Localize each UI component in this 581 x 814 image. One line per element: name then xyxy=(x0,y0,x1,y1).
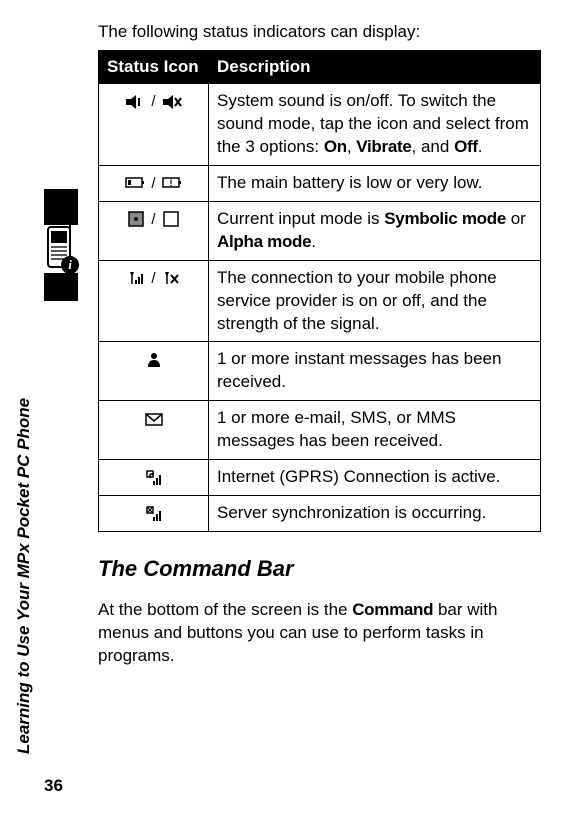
table-row: 1 or more e-mail, SMS, or MMS messages h… xyxy=(99,401,541,460)
table-row: 1 or more instant messages has been rece… xyxy=(99,342,541,401)
row-desc: Current input mode is Symbolic mode or A… xyxy=(209,201,541,260)
table-row: Server synchronization is occurring. xyxy=(99,496,541,532)
icon-separator: / xyxy=(145,175,162,192)
row-desc: 1 or more e-mail, SMS, or MMS messages h… xyxy=(209,401,541,460)
icon-separator: / xyxy=(145,270,162,287)
row-desc: Internet (GPRS) Connection is active. xyxy=(209,460,541,496)
signal-on-icon xyxy=(127,268,145,287)
im-icon xyxy=(145,349,163,368)
status-icon-table: Status Icon Description / System sound i… xyxy=(98,50,541,532)
section-heading: The Command Bar xyxy=(98,556,541,582)
section-body: At the bottom of the screen is the Comma… xyxy=(98,599,541,668)
gprs-icon xyxy=(145,467,163,486)
mail-icon xyxy=(144,408,164,427)
row-desc: The connection to your mobile phone serv… xyxy=(209,260,541,342)
symbolic-mode-icon xyxy=(127,209,145,228)
chapter-title: Learning to Use Your MPx Pocket PC Phone xyxy=(14,398,34,754)
col-header-icon: Status Icon xyxy=(99,51,209,84)
manual-page: Learning to Use Your MPx Pocket PC Phone… xyxy=(0,0,581,814)
icon-separator: / xyxy=(145,211,162,228)
row-desc: The main battery is low or very low. xyxy=(209,165,541,201)
col-header-desc: Description xyxy=(209,51,541,84)
speaker-on-icon xyxy=(125,91,145,110)
battery-low-icon xyxy=(125,173,145,192)
alpha-mode-icon xyxy=(162,209,180,228)
phone-info-badge xyxy=(36,225,84,273)
page-number: 36 xyxy=(44,776,63,796)
table-row: / System sound is on/off. To switch the … xyxy=(99,84,541,166)
table-row: / The connection to your mobile phone se… xyxy=(99,260,541,342)
battery-very-low-icon xyxy=(162,173,182,192)
sync-icon xyxy=(145,503,163,522)
table-row: / The main battery is low or very low. xyxy=(99,165,541,201)
row-desc: 1 or more instant messages has been rece… xyxy=(209,342,541,401)
row-desc: Server synchronization is occurring. xyxy=(209,496,541,532)
icon-separator: / xyxy=(145,93,162,110)
table-row: / Current input mode is Symbolic mode or… xyxy=(99,201,541,260)
signal-off-icon xyxy=(162,268,180,287)
row-desc: System sound is on/off. To switch the so… xyxy=(209,84,541,166)
intro-text: The following status indicators can disp… xyxy=(98,22,541,42)
table-row: Internet (GPRS) Connection is active. xyxy=(99,460,541,496)
speaker-off-icon xyxy=(162,91,182,110)
